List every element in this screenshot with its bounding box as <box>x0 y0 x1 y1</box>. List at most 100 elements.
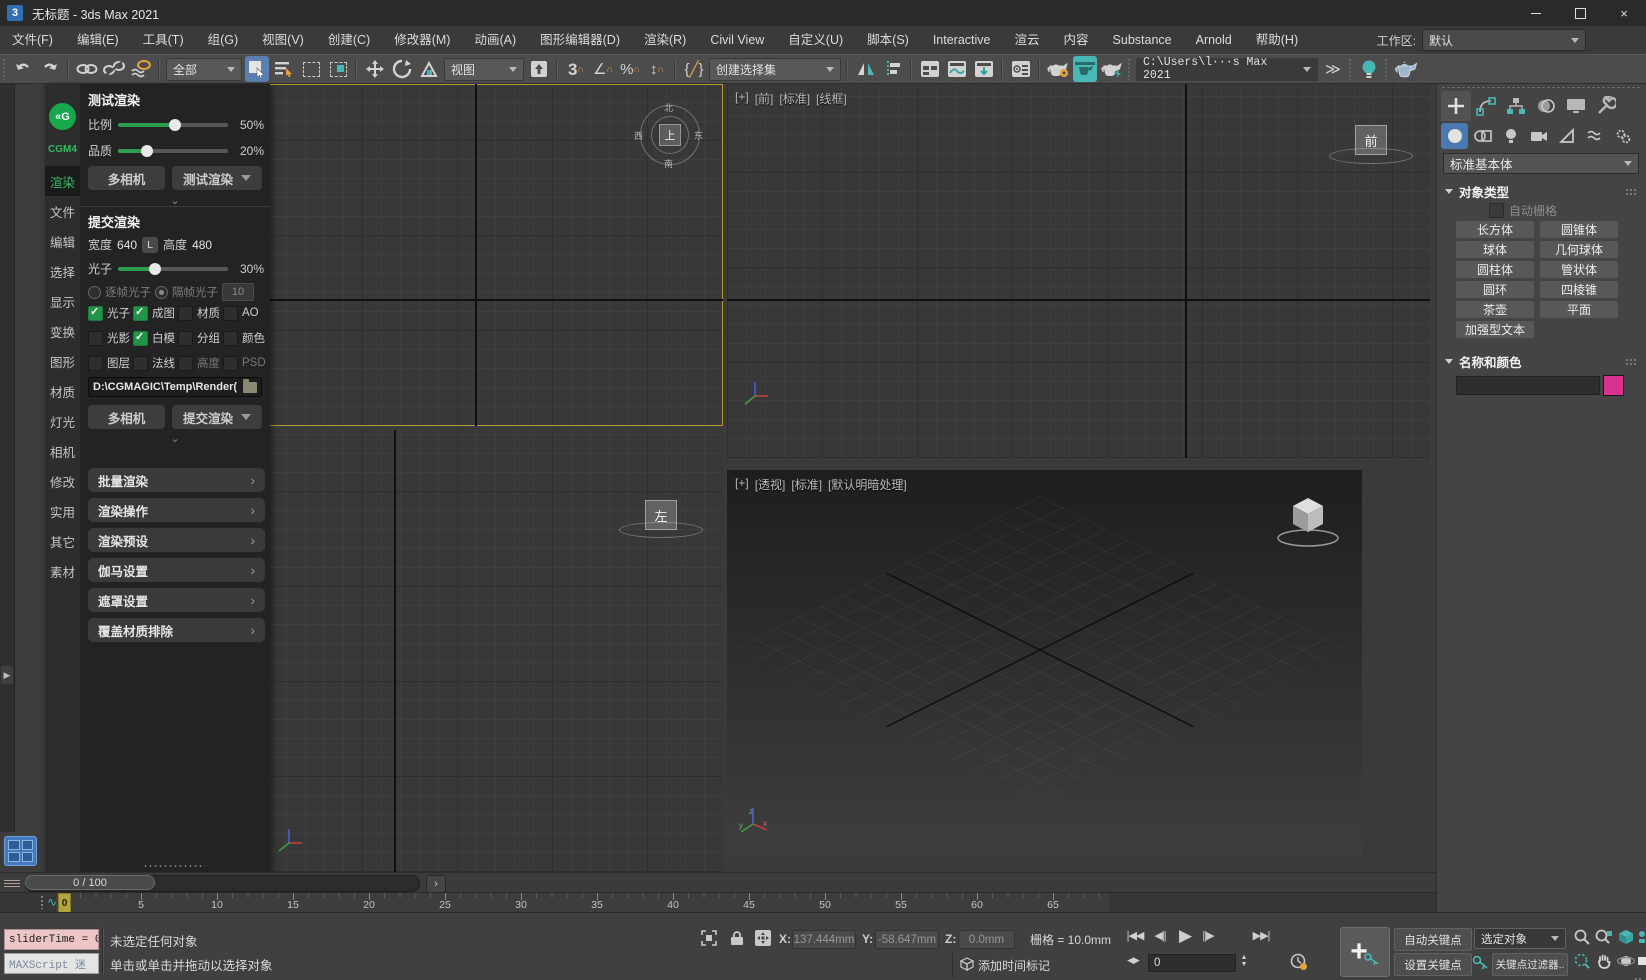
render-setup-teapot-icon[interactable] <box>1046 56 1070 82</box>
cgmagic-logo[interactable]: «G <box>49 103 76 130</box>
menu-item[interactable]: 内容 <box>1052 26 1101 54</box>
maxscript-listener-white[interactable]: MAXScript 迷 <box>4 953 99 974</box>
object-type-button[interactable]: 圆柱体 <box>1456 261 1534 278</box>
toggle-mini-curve-icon[interactable] <box>4 876 20 890</box>
viewport-view-label[interactable]: [透视] <box>755 476 786 493</box>
object-type-button[interactable]: 球体 <box>1456 241 1534 258</box>
plugin-nav-item[interactable]: 选择 <box>45 256 80 286</box>
photon-slider[interactable] <box>118 267 228 271</box>
zoom-extents-icon[interactable] <box>1616 927 1636 947</box>
menu-item[interactable]: 渲染(R) <box>632 26 698 54</box>
object-color-swatch[interactable] <box>1603 375 1624 396</box>
align-icon[interactable] <box>881 56 905 82</box>
track-bar-ruler[interactable]: 05101520253035404550556065 0 <box>56 893 1110 913</box>
category-systems-icon[interactable] <box>1609 123 1636 149</box>
toolbar-overflow-icon[interactable]: ≫ <box>1321 56 1345 82</box>
render-element-checkbox[interactable]: 材质 <box>178 305 223 321</box>
folder-icon[interactable] <box>243 382 257 393</box>
edit-named-selection-sets-icon[interactable]: {╱} <box>682 56 706 82</box>
render-element-checkbox[interactable]: 光子 <box>88 305 133 321</box>
tab-display[interactable] <box>1561 91 1591 121</box>
lock-aspect-button[interactable]: L <box>142 237 158 253</box>
render-element-checkbox[interactable]: 图层 <box>88 355 133 371</box>
render-teapot-icon[interactable] <box>1393 56 1419 82</box>
render-element-checkbox[interactable]: PSD <box>223 355 268 371</box>
viewport-shading-label[interactable]: [线框] <box>816 90 847 107</box>
height-value[interactable]: 480 <box>192 238 212 252</box>
use-pivot-point-icon[interactable] <box>527 56 551 82</box>
plugin-nav-item[interactable]: 变换 <box>45 316 80 346</box>
category-dropdown[interactable]: 标准基本体 <box>1443 153 1639 174</box>
current-frame-marker[interactable]: 0 <box>58 893 71 913</box>
viewport-label[interactable]: [+] [透视] [标准] [默认明暗处理] <box>735 476 907 493</box>
menu-item[interactable]: Civil View <box>698 26 776 54</box>
menu-item[interactable]: Interactive <box>921 26 1003 54</box>
current-frame-field[interactable]: 0 <box>1148 954 1236 972</box>
plugin-rollout[interactable]: 渲染操作› <box>88 498 265 522</box>
rectangular-selection-region-icon[interactable] <box>299 56 323 82</box>
key-filters-key-icon[interactable] <box>1472 954 1490 972</box>
category-geometry-icon[interactable] <box>1441 123 1468 149</box>
window-crossing-icon[interactable] <box>326 56 350 82</box>
menu-item[interactable]: 文件(F) <box>0 26 65 54</box>
minimize-button[interactable] <box>1514 0 1558 26</box>
menu-item[interactable]: 视图(V) <box>250 26 316 54</box>
plugin-nav-item[interactable]: 文件 <box>45 196 80 226</box>
add-time-tag[interactable]: 添加时间标记 <box>978 957 1050 974</box>
viewport-label[interactable]: [+] [前] [标准] [线框] <box>735 90 847 107</box>
menu-item[interactable]: 组(G) <box>196 26 251 54</box>
compass-top-label[interactable]: 上 <box>659 124 681 146</box>
tab-hierarchy[interactable] <box>1501 91 1531 121</box>
panel-resize-handle[interactable] <box>143 864 205 868</box>
menu-item[interactable]: 工具(T) <box>131 26 196 54</box>
tab-utilities[interactable] <box>1591 91 1621 121</box>
object-type-button[interactable]: 平面 <box>1540 301 1618 318</box>
set-keys-big-button[interactable]: + <box>1340 927 1390 977</box>
plugin-nav-item[interactable]: 实用 <box>45 496 80 526</box>
reference-coordinate-dropdown[interactable]: 视图 <box>444 58 524 81</box>
z-coordinate-field[interactable]: 0.0mm <box>958 930 1015 949</box>
bind-to-space-warp-icon[interactable] <box>129 56 153 82</box>
named-selection-sets-dropdown[interactable]: 创建选择集 <box>709 58 841 81</box>
pan-hand-icon[interactable] <box>1594 951 1614 971</box>
menu-item[interactable]: 渲云 <box>1003 26 1052 54</box>
object-type-button[interactable]: 长方体 <box>1456 221 1534 238</box>
menu-item[interactable]: 脚本(S) <box>855 26 921 54</box>
tab-create[interactable] <box>1441 91 1471 121</box>
render-element-checkbox[interactable]: 高度 <box>178 355 223 371</box>
maximize-viewport-toggle-icon[interactable] <box>1638 951 1646 971</box>
object-type-button[interactable]: 四棱锥 <box>1540 281 1618 298</box>
previous-frame-button[interactable]: ◀|| <box>1150 929 1170 942</box>
menu-item[interactable]: 自定义(U) <box>776 26 855 54</box>
plugin-rollout[interactable]: 覆盖材质排除› <box>88 618 265 642</box>
select-and-scale-icon[interactable] <box>417 56 441 82</box>
absolute-mode-transform-icon[interactable] <box>754 929 772 947</box>
viewport-view-label[interactable]: [前] <box>755 90 774 107</box>
view-cube-gizmo[interactable] <box>1275 488 1341 555</box>
plugin-nav-item[interactable]: 灯光 <box>45 406 80 436</box>
select-and-rotate-icon[interactable] <box>390 56 414 82</box>
object-type-rollout-header[interactable]: 对象类型 <box>1445 182 1637 201</box>
go-to-end-button[interactable]: ▶▶| <box>1250 929 1272 942</box>
width-value[interactable]: 640 <box>117 238 137 252</box>
expand-left-panel-button[interactable]: ▶ <box>1 666 13 684</box>
selection-filter-dropdown[interactable]: 全部 <box>166 58 242 81</box>
view-compass-gizmo[interactable]: 上 北 南 西 东 <box>640 105 698 163</box>
render-element-checkbox[interactable]: 分组 <box>178 330 223 346</box>
menu-item[interactable]: 编辑(E) <box>65 26 131 54</box>
key-mode-dropdown[interactable]: 选定对象 <box>1474 928 1566 949</box>
category-helpers-icon[interactable] <box>1553 123 1580 149</box>
menu-item[interactable]: 修改器(M) <box>382 26 462 54</box>
spinner-snap-icon[interactable]: ↕∩ <box>645 56 669 82</box>
render-production-icon[interactable] <box>1100 56 1124 82</box>
viewport-menu-plus[interactable]: [+] <box>735 90 749 107</box>
time-configuration-icon[interactable] <box>1290 953 1308 971</box>
output-path-field[interactable]: D:\CGMAGIC\Temp\Render( <box>88 377 262 397</box>
viewport-top[interactable]: 上 北 南 西 东 <box>267 84 723 426</box>
interval-spinner[interactable]: 10 <box>222 283 254 301</box>
redo-icon[interactable] <box>38 56 62 82</box>
selection-lock-icon[interactable] <box>728 929 746 947</box>
menu-item[interactable]: Substance <box>1101 26 1184 54</box>
frame-spinner[interactable]: ▲▼ <box>1238 954 1250 968</box>
viewport-shading-label[interactable]: [默认明暗处理] <box>828 476 907 493</box>
